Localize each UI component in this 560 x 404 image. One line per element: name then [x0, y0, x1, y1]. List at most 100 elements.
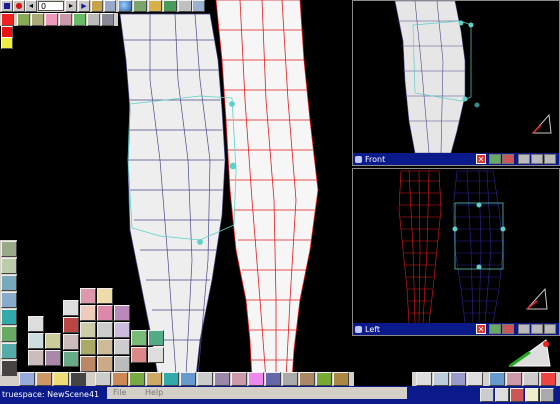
figure-icon[interactable]: [333, 372, 349, 386]
menu-file[interactable]: File: [113, 388, 126, 397]
left-view-paint-icon[interactable]: [502, 324, 514, 334]
cone-4-icon[interactable]: [80, 339, 96, 355]
torus-5-icon[interactable]: [97, 356, 113, 372]
head-icon[interactable]: [316, 372, 332, 386]
deform-button[interactable]: [73, 13, 86, 26]
cone-icon[interactable]: [80, 288, 96, 304]
cylinder-4-icon[interactable]: [114, 356, 130, 372]
object-rotate-icon[interactable]: [489, 372, 505, 386]
draw-icon[interactable]: [180, 372, 196, 386]
torus-2-icon[interactable]: [97, 305, 113, 321]
plane-2-icon[interactable]: [148, 347, 164, 363]
boolean-icon[interactable]: [197, 372, 213, 386]
pyramid-2-icon[interactable]: [63, 317, 79, 333]
cylinder-2-icon[interactable]: [114, 322, 130, 338]
people-icon[interactable]: [282, 372, 298, 386]
front-view-rotate-icon[interactable]: [544, 154, 556, 164]
left-view-render-icon[interactable]: [489, 324, 501, 334]
status-icon-2[interactable]: [495, 388, 509, 402]
record-button[interactable]: ●: [13, 0, 25, 12]
eye-move-icon[interactable]: [433, 372, 449, 386]
front-view-render-icon[interactable]: [489, 154, 501, 164]
status-icon-3[interactable]: [510, 388, 524, 402]
edit-edge-button[interactable]: [45, 13, 58, 26]
bones-icon[interactable]: [1, 258, 17, 274]
eye-rotate-icon[interactable]: [450, 372, 466, 386]
pyramid-4-icon[interactable]: [63, 351, 79, 367]
status-icon-5[interactable]: [540, 388, 554, 402]
pyramid-icon[interactable]: [63, 300, 79, 316]
view-navigation-icon[interactable]: [506, 336, 554, 370]
status-icon-1[interactable]: [480, 388, 494, 402]
object-tool-icon[interactable]: [19, 372, 35, 386]
left-viewport[interactable]: Left ✕: [352, 168, 560, 336]
cylinder-3-icon[interactable]: [114, 339, 130, 355]
menu-help[interactable]: Help: [145, 388, 163, 397]
render-scene-icon[interactable]: [133, 0, 147, 12]
lathe-icon[interactable]: [231, 372, 247, 386]
plane-icon[interactable]: [148, 330, 164, 346]
left-view-rotate-icon[interactable]: [544, 324, 556, 334]
torus-icon[interactable]: [97, 288, 113, 304]
light-icon[interactable]: [178, 0, 192, 12]
play-button[interactable]: ▶: [78, 0, 90, 12]
sweep-tool-icon[interactable]: [214, 372, 230, 386]
layer-2-icon[interactable]: [45, 350, 61, 366]
object-scale-icon[interactable]: [506, 372, 522, 386]
paint-yellow-swatch[interactable]: [1, 37, 13, 49]
flag-icon[interactable]: [248, 372, 264, 386]
redo-icon[interactable]: [540, 372, 556, 386]
undo-icon[interactable]: [523, 372, 539, 386]
status-icon-4[interactable]: [525, 388, 539, 402]
material-icon[interactable]: [148, 0, 162, 12]
edit-face-button[interactable]: [17, 13, 30, 26]
sphere-tool-2-icon[interactable]: [131, 347, 147, 363]
select-arrow-icon[interactable]: [416, 372, 432, 386]
layer-icon[interactable]: [45, 333, 61, 349]
cylinder-icon[interactable]: [114, 305, 130, 321]
curve-icon[interactable]: [1, 275, 17, 291]
script-icon[interactable]: [1, 360, 17, 376]
camera-icon[interactable]: [70, 372, 86, 386]
bone-tool-icon[interactable]: [36, 372, 52, 386]
keyframe-button[interactable]: [91, 0, 103, 12]
front-viewport-titlebar[interactable]: Front ✕: [353, 153, 559, 165]
paint-icon[interactable]: [163, 0, 177, 12]
cone-3-icon[interactable]: [80, 322, 96, 338]
cube-2-icon[interactable]: [28, 333, 44, 349]
landscape-icon[interactable]: [1, 343, 17, 359]
torus-4-icon[interactable]: [97, 339, 113, 355]
grid-floor-icon[interactable]: [146, 372, 162, 386]
magnet-icon[interactable]: [1, 241, 17, 257]
edit-point-button[interactable]: [31, 13, 44, 26]
left-viewport-close-button[interactable]: ✕: [476, 324, 486, 334]
material-library-icon[interactable]: [1, 309, 17, 325]
sphere-tool-icon[interactable]: [131, 330, 147, 346]
sphere-shade-icon[interactable]: [112, 372, 128, 386]
left-view-zoom-icon[interactable]: [531, 324, 543, 334]
cone-2-icon[interactable]: [80, 305, 96, 321]
texture-icon[interactable]: [129, 372, 145, 386]
stop-button[interactable]: [1, 0, 13, 12]
cone-5-icon[interactable]: [80, 356, 96, 372]
front-viewport[interactable]: Front ✕: [352, 0, 560, 166]
paint-color-red-button[interactable]: [1, 13, 14, 26]
render-sphere-icon[interactable]: [118, 0, 132, 12]
torus-3-icon[interactable]: [97, 322, 113, 338]
frame-prev-button[interactable]: ◂: [25, 0, 37, 12]
cube-3-icon[interactable]: [28, 350, 44, 366]
frame-number-field[interactable]: 0: [38, 1, 64, 11]
front-view-paint-icon[interactable]: [502, 154, 514, 164]
pyramid-3-icon[interactable]: [63, 334, 79, 350]
path-button[interactable]: [104, 0, 116, 12]
left-view-move-icon[interactable]: [518, 324, 530, 334]
fog-icon[interactable]: [95, 372, 111, 386]
front-view-zoom-icon[interactable]: [531, 154, 543, 164]
object-move-icon[interactable]: [467, 372, 483, 386]
sweep-button[interactable]: [87, 13, 100, 26]
front-view-move-icon[interactable]: [518, 154, 530, 164]
face-icon[interactable]: [299, 372, 315, 386]
left-viewport-titlebar[interactable]: Left ✕: [353, 323, 559, 335]
edit-vertex-button[interactable]: [59, 13, 72, 26]
grid-button[interactable]: [101, 13, 114, 26]
